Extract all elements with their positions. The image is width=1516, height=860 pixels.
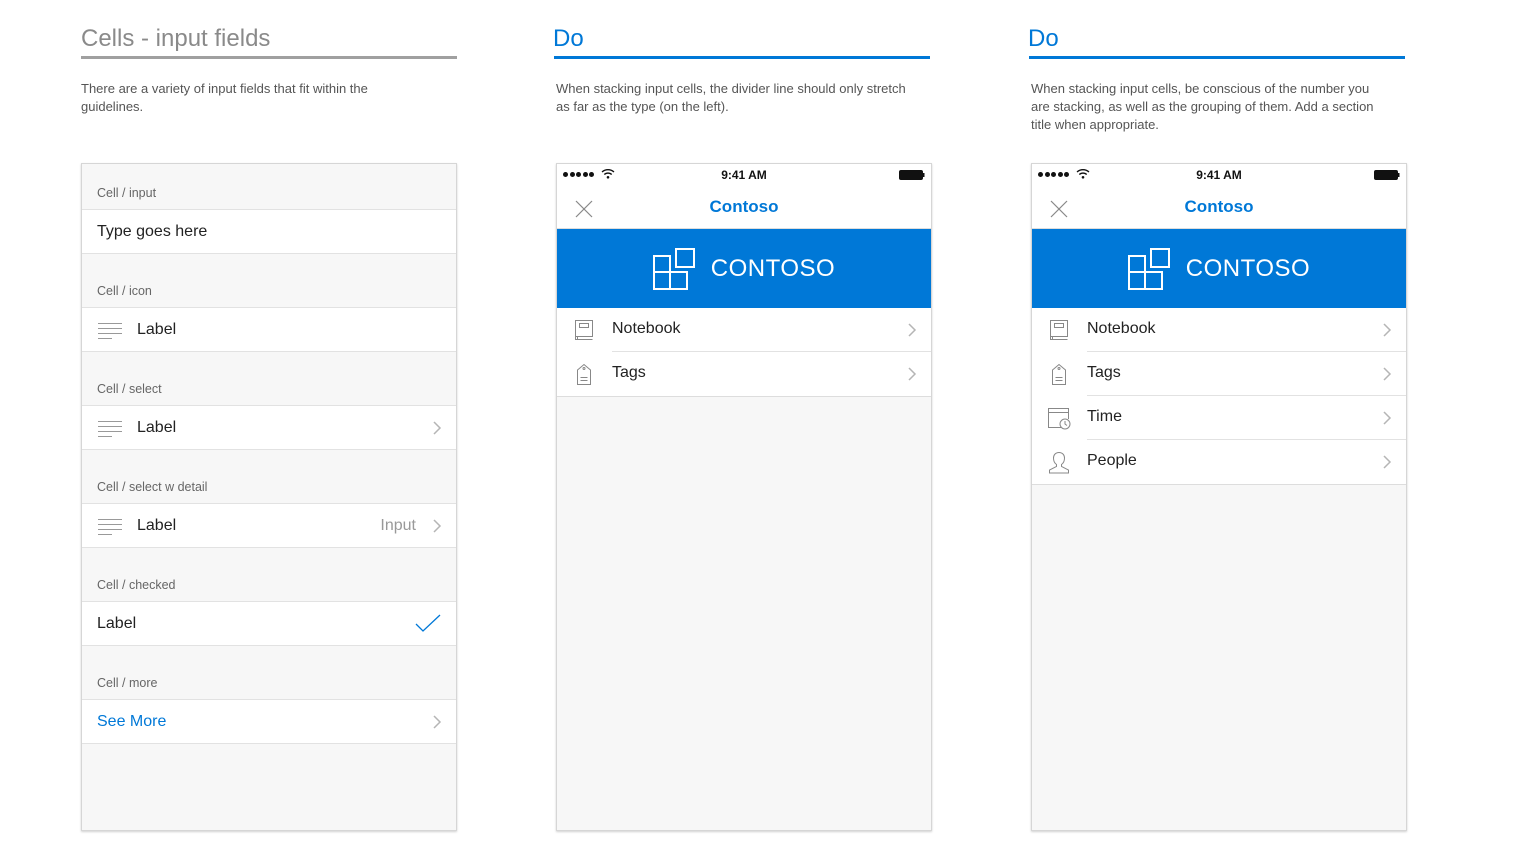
chevron-right-icon — [908, 367, 917, 381]
section-header-label: Cell / checked — [97, 578, 176, 592]
column-title: Do — [553, 25, 584, 52]
status-bar: 9:41 AM — [1032, 164, 1406, 186]
see-more-link[interactable]: See More — [97, 713, 166, 731]
banner-text: CONTOSO — [1185, 254, 1311, 282]
list-row-notebook[interactable]: Notebook — [1032, 308, 1406, 352]
cell-label: Label — [137, 418, 177, 436]
chevron-right-icon — [908, 323, 917, 337]
column-description: There are a variety of input fields that… — [81, 81, 368, 114]
section-header-icon: Cell / icon — [82, 254, 456, 307]
section-header-label: Cell / select w detail — [97, 480, 208, 494]
options-list: Notebook Tags — [557, 308, 931, 397]
cell-input[interactable]: Type goes here — [82, 209, 456, 254]
input-value[interactable]: Type goes here — [97, 223, 207, 241]
battery-icon — [1374, 170, 1400, 180]
row-label: Notebook — [1087, 320, 1156, 337]
status-time: 9:41 AM — [721, 168, 767, 182]
list-row-tags[interactable]: Tags — [1032, 352, 1406, 396]
list-row-tags[interactable]: Tags — [557, 352, 931, 396]
cell-label: Label — [137, 516, 177, 534]
status-time: 9:41 AM — [1196, 168, 1242, 182]
section-header-label: Cell / more — [97, 676, 158, 690]
tiles-logo-icon — [1127, 247, 1170, 290]
title-divider — [554, 56, 930, 59]
cells-panel: Cell / input Type goes here Cell / icon … — [81, 163, 457, 831]
row-label: Tags — [612, 364, 646, 381]
section-header-input: Cell / input — [82, 164, 456, 209]
lines-icon — [98, 519, 122, 535]
calendar-clock-icon — [1048, 408, 1071, 430]
chevron-right-icon — [1383, 411, 1392, 425]
lines-icon — [98, 421, 122, 437]
row-label: People — [1087, 452, 1137, 469]
column-description: When stacking input cells, be conscious … — [1031, 81, 1374, 132]
column-description: When stacking input cells, the divider l… — [556, 81, 906, 114]
section-header-label: Cell / select — [97, 382, 162, 396]
cell-select-detail[interactable]: Label Input — [82, 503, 456, 548]
nav-title: Contoso — [1184, 197, 1254, 216]
section-header-label: Cell / input — [97, 186, 157, 200]
phone-mockup: 9:41 AM Contoso CONTOSO Notebook Tags — [1031, 163, 1407, 831]
tag-icon — [1052, 363, 1066, 385]
section-header-select: Cell / select — [82, 352, 456, 405]
cell-detail: Input — [380, 516, 416, 534]
notebook-icon — [1050, 320, 1068, 340]
phone-mockup: 9:41 AM Contoso CONTOSO Notebook Tags — [556, 163, 932, 831]
list-row-time[interactable]: Time — [1032, 396, 1406, 440]
cell-label: Label — [97, 614, 137, 632]
notebook-icon — [575, 320, 593, 340]
chevron-right-icon — [1383, 455, 1392, 469]
brand-banner: CONTOSO — [1032, 229, 1406, 308]
row-label: Time — [1087, 408, 1122, 425]
checkmark-icon — [415, 614, 441, 632]
options-list: Notebook Tags Time People — [1032, 308, 1406, 485]
section-header-checked: Cell / checked — [82, 548, 456, 601]
banner-text: CONTOSO — [710, 254, 836, 282]
chevron-right-icon — [433, 421, 442, 435]
cell-label: Label — [137, 320, 177, 338]
chevron-right-icon — [1383, 367, 1392, 381]
cell-checked[interactable]: Label — [82, 601, 456, 646]
cell-select[interactable]: Label — [82, 405, 456, 450]
section-header-more: Cell / more — [82, 646, 456, 699]
chevron-right-icon — [433, 715, 442, 729]
title-divider — [81, 56, 457, 59]
list-row-people[interactable]: People — [1032, 440, 1406, 484]
row-label: Tags — [1087, 364, 1121, 381]
chevron-right-icon — [1383, 323, 1392, 337]
lines-icon — [98, 323, 122, 339]
nav-bar: Contoso — [557, 186, 931, 229]
section-header-select-detail: Cell / select w detail — [82, 450, 456, 503]
tiles-logo-icon — [652, 247, 695, 290]
status-bar: 9:41 AM — [557, 164, 931, 186]
person-icon — [1049, 451, 1069, 474]
nav-bar: Contoso — [1032, 186, 1406, 229]
brand-banner: CONTOSO — [557, 229, 931, 308]
row-label: Notebook — [612, 320, 681, 337]
column-title: Cells - input fields — [81, 25, 271, 52]
cell-icon[interactable]: Label — [82, 307, 456, 352]
nav-title: Contoso — [709, 197, 779, 216]
chevron-right-icon — [433, 519, 442, 533]
column-title: Do — [1028, 25, 1059, 52]
section-header-label: Cell / icon — [97, 284, 152, 298]
title-divider — [1029, 56, 1405, 59]
tag-icon — [577, 363, 591, 385]
list-row-notebook[interactable]: Notebook — [557, 308, 931, 352]
battery-icon — [899, 170, 925, 180]
cell-see-more[interactable]: See More — [82, 699, 456, 744]
